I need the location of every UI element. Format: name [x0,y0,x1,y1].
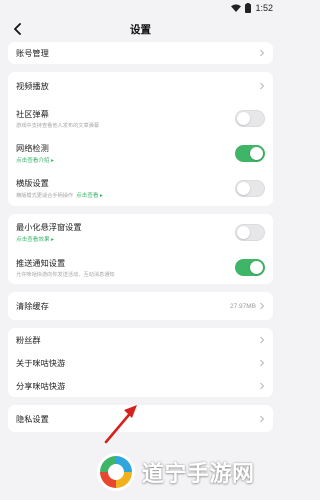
float-window-label: 最小化悬浮窗设置 [16,223,82,232]
status-time: 1:52 [255,3,273,13]
toggle-knob [250,260,263,274]
chevron-right-icon [260,302,265,310]
chevron-right-icon [260,382,265,389]
network-check-link[interactable]: 点击查看介绍 ▸ [16,156,54,164]
landscape-label: 横版设置 [16,179,49,188]
chevron-right-icon [260,49,265,57]
clear-cache-item[interactable]: 清除缓存 27.97MB [16,292,265,320]
toggle-knob [237,181,250,195]
float-window-link[interactable]: 点击查看效果 ▸ [16,235,82,243]
watermark-text: 道宁手游网 [142,461,255,486]
danmaku-item: 社区弹幕 游戏中支持查看他人发布的文章弹幕 [16,100,265,136]
network-check-toggle[interactable] [235,144,265,162]
share-label: 分享咪咕快游 [16,381,66,391]
card-about: 粉丝群 关于咪咕快游 分享咪咕快游 [8,328,273,397]
video-playback-item[interactable]: 视频播放 [16,72,265,100]
card-account: 账号管理 [8,42,273,64]
status-bar: 1:52 [0,0,281,16]
watermark: 道宁手游网 [96,452,255,492]
cache-size: 27.97MB [229,302,256,310]
toggle-knob [237,225,250,239]
card-notifications: 最小化悬浮窗设置 点击查看效果 ▸ 推送通知设置 允许咪咕快游向你发送活动、互动… [8,214,273,284]
float-window-toggle[interactable] [235,223,265,241]
card-video: 视频播放 社区弹幕 游戏中支持查看他人发布的文章弹幕 网络检测 点击查看介绍 ▸… [8,72,273,206]
push-notification-item: 推送通知设置 允许咪咕快游向你发送活动、互动消息通知 [16,250,265,284]
watermark-logo-icon [97,453,135,491]
card-privacy: 隐私设置 [8,405,273,432]
landscape-item: 横版设置 横版模式更适合手柄操作 点击查看 ▸ [16,170,265,206]
danmaku-label: 社区弹幕 [16,109,49,119]
network-check-item: 网络检测 点击查看介绍 ▸ [16,136,265,170]
push-notification-toggle[interactable] [235,258,265,276]
video-playback-label: 视频播放 [16,82,49,91]
landscape-desc-text: 横版模式更适合手柄操作 [16,193,74,199]
landscape-link[interactable]: 点击查看 ▸ [76,193,103,199]
push-notification-label: 推送通知设置 [16,258,66,268]
share-item[interactable]: 分享咪咕快游 [16,374,265,397]
chevron-right-icon [260,415,265,422]
privacy-item[interactable]: 隐私设置 [16,405,265,432]
about-label: 关于咪咕快游 [16,358,66,368]
danmaku-toggle[interactable] [235,109,265,127]
wifi-icon [231,4,242,12]
danmaku-desc: 游戏中支持查看他人发布的文章弹幕 [16,122,100,129]
clear-cache-label: 清除缓存 [16,302,49,311]
back-button[interactable] [8,20,26,38]
chevron-right-icon [260,82,265,90]
page-title: 设置 [130,23,151,36]
toggle-knob [250,146,263,160]
chevron-right-icon [260,359,265,366]
back-arrow-icon [14,23,21,35]
network-check-label: 网络检测 [16,144,49,153]
account-management-label: 账号管理 [16,49,49,58]
chevron-right-icon [260,336,265,343]
battery-icon [245,3,252,13]
landscape-toggle[interactable] [235,179,265,197]
fan-group-label: 粉丝群 [16,335,41,345]
privacy-label: 隐私设置 [16,414,49,424]
push-notification-desc: 允许咪咕快游向你发送活动、互动消息通知 [16,271,115,278]
about-item[interactable]: 关于咪咕快游 [16,351,265,374]
landscape-desc: 横版模式更适合手柄操作 点击查看 ▸ [16,191,103,199]
float-window-link-text: 点击查看效果 [16,237,50,243]
network-check-link-text: 点击查看介绍 [16,158,50,164]
float-window-item: 最小化悬浮窗设置 点击查看效果 ▸ [16,214,265,250]
nav-bar: 设置 [0,16,281,42]
landscape-link-text: 点击查看 [76,193,99,199]
card-cache: 清除缓存 27.97MB [8,292,273,320]
account-management-item[interactable]: 账号管理 [16,42,265,64]
fan-group-item[interactable]: 粉丝群 [16,328,265,351]
toggle-knob [237,111,250,125]
